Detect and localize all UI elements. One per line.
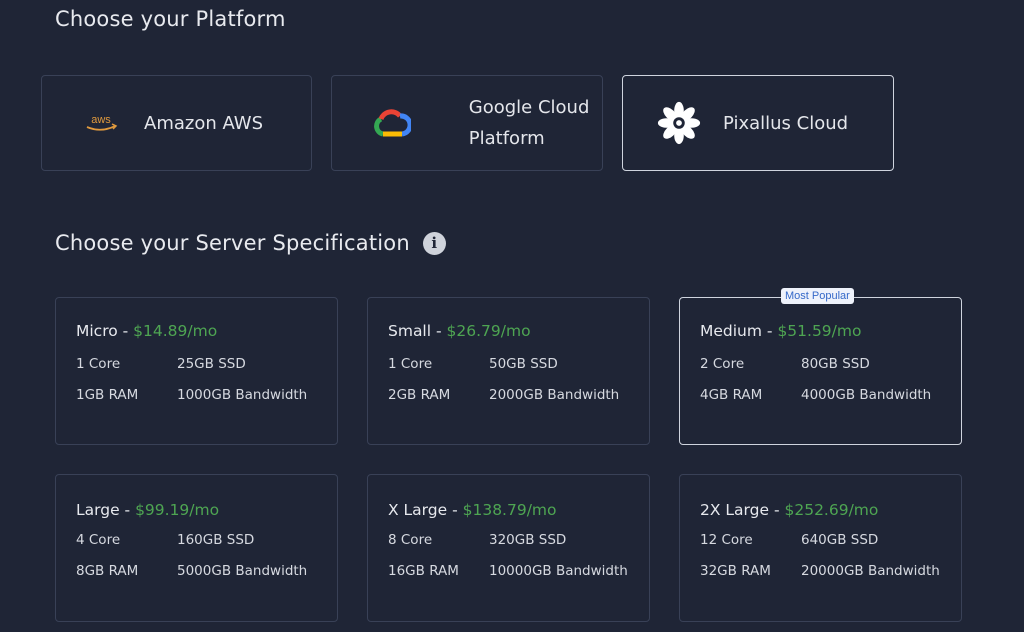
plan-title: Medium - $51.59/mo: [700, 322, 861, 340]
plan-ssd: 320GB SSD: [489, 532, 567, 548]
plan-ssd: 160GB SSD: [177, 532, 255, 548]
platform-option-pixallus[interactable]: Pixallus Cloud: [622, 75, 894, 171]
platform-option-gcp[interactable]: Google Cloud Platform: [331, 75, 603, 171]
plan-spec-row: 12 Core 640GB SSD: [700, 532, 878, 548]
plan-cores: 1 Core: [76, 356, 121, 372]
platform-label-pixallus: Pixallus Cloud: [723, 112, 849, 134]
plan-name: 2X Large: [700, 501, 770, 519]
plan-cores: 4 Core: [76, 532, 121, 548]
plan-price: $99.19/mo: [135, 501, 220, 519]
plan-card-micro[interactable]: Micro - $14.89/mo 1 Core 25GB SSD 1GB RAM…: [55, 297, 338, 445]
plan-ram: 16GB RAM: [388, 563, 459, 579]
plan-ram: 2GB RAM: [388, 387, 451, 403]
plan-title: Micro - $14.89/mo: [76, 322, 217, 340]
most-popular-badge: Most Popular: [781, 288, 854, 304]
plan-cores: 12 Core: [700, 532, 753, 548]
plan-card-medium[interactable]: Most Popular Medium - $51.59/mo 2 Core 80…: [679, 288, 962, 445]
platform-option-aws[interactable]: aws Amazon AWS: [41, 75, 312, 171]
plan-price: $252.69/mo: [784, 501, 879, 519]
plan-ssd: 80GB SSD: [801, 356, 870, 372]
plan-price: $51.59/mo: [777, 322, 862, 340]
spec-section-title-text: Choose your Server Specification: [55, 231, 410, 255]
aws-logo-text: aws: [91, 114, 111, 126]
plan-spec-row: 1 Core 25GB SSD: [76, 356, 246, 372]
plan-spec-row: 8 Core 320GB SSD: [388, 532, 566, 548]
plan-card-small[interactable]: Small - $26.79/mo 1 Core 50GB SSD 2GB RAM…: [367, 297, 650, 445]
page: Choose your Platform aws Amazon AWS Goog…: [0, 0, 1024, 632]
plan-bandwidth: 20000GB Bandwidth: [801, 563, 940, 579]
plan-name: X Large: [388, 501, 448, 519]
plan-price: $14.89/mo: [133, 322, 218, 340]
plan-spec-row: 32GB RAM 20000GB Bandwidth: [700, 563, 940, 579]
plan-spec-row: 8GB RAM 5000GB Bandwidth: [76, 563, 307, 579]
plan-spec-row: 1GB RAM 1000GB Bandwidth: [76, 387, 307, 403]
plan-card-x-large[interactable]: X Large - $138.79/mo 8 Core 320GB SSD 16G…: [367, 474, 650, 622]
plan-ram: 32GB RAM: [700, 563, 771, 579]
plan-spec-row: 2 Core 80GB SSD: [700, 356, 870, 372]
plan-cores: 2 Core: [700, 356, 745, 372]
plan-name: Medium: [700, 322, 762, 340]
plan-separator: -: [447, 501, 463, 519]
plan-title: 2X Large - $252.69/mo: [700, 501, 878, 519]
aws-logo-icon: aws: [78, 111, 124, 135]
plan-bandwidth: 4000GB Bandwidth: [801, 387, 932, 403]
plan-spec-row: 2GB RAM 2000GB Bandwidth: [388, 387, 619, 403]
plan-bandwidth: 10000GB Bandwidth: [489, 563, 628, 579]
plan-cores: 8 Core: [388, 532, 433, 548]
plan-title: X Large - $138.79/mo: [388, 501, 557, 519]
plan-name: Micro: [76, 322, 118, 340]
plan-ram: 4GB RAM: [700, 387, 763, 403]
plan-title: Small - $26.79/mo: [388, 322, 531, 340]
platform-label-aws: Amazon AWS: [144, 112, 264, 134]
plan-separator: -: [769, 501, 785, 519]
plan-spec-row: 4 Core 160GB SSD: [76, 532, 254, 548]
plan-bandwidth: 2000GB Bandwidth: [489, 387, 620, 403]
plan-title: Large - $99.19/mo: [76, 501, 219, 519]
plan-card-large[interactable]: Large - $99.19/mo 4 Core 160GB SSD 8GB RA…: [55, 474, 338, 622]
plan-bandwidth: 1000GB Bandwidth: [177, 387, 308, 403]
spec-section-title: Choose your Server Specification i: [55, 231, 446, 255]
plan-separator: -: [119, 501, 136, 519]
google-cloud-logo-icon: [370, 108, 414, 138]
plan-spec-row: 1 Core 50GB SSD: [388, 356, 558, 372]
plan-ram: 1GB RAM: [76, 387, 139, 403]
plan-separator: -: [431, 322, 447, 340]
platform-label-gcp: Google Cloud Platform: [468, 97, 590, 149]
plan-name: Small: [388, 322, 432, 340]
plan-separator: -: [117, 322, 134, 340]
plan-spec-row: 4GB RAM 4000GB Bandwidth: [700, 387, 931, 403]
plan-spec-row: 16GB RAM 10000GB Bandwidth: [388, 563, 628, 579]
plan-name: Large: [76, 501, 120, 519]
plan-price: $26.79/mo: [446, 322, 531, 340]
plan-price: $138.79/mo: [462, 501, 557, 519]
platform-section-title: Choose your Platform: [55, 7, 286, 31]
plan-card-2x-large[interactable]: 2X Large - $252.69/mo 12 Core 640GB SSD 3…: [679, 474, 962, 622]
pixallus-logo-icon: [656, 99, 702, 147]
plan-ssd: 640GB SSD: [801, 532, 879, 548]
info-icon[interactable]: i: [422, 231, 446, 255]
plan-cores: 1 Core: [388, 356, 433, 372]
plan-ssd: 50GB SSD: [489, 356, 558, 372]
plan-separator: -: [761, 322, 778, 340]
plan-bandwidth: 5000GB Bandwidth: [177, 563, 308, 579]
plan-ssd: 25GB SSD: [177, 356, 246, 372]
plan-ram: 8GB RAM: [76, 563, 139, 579]
